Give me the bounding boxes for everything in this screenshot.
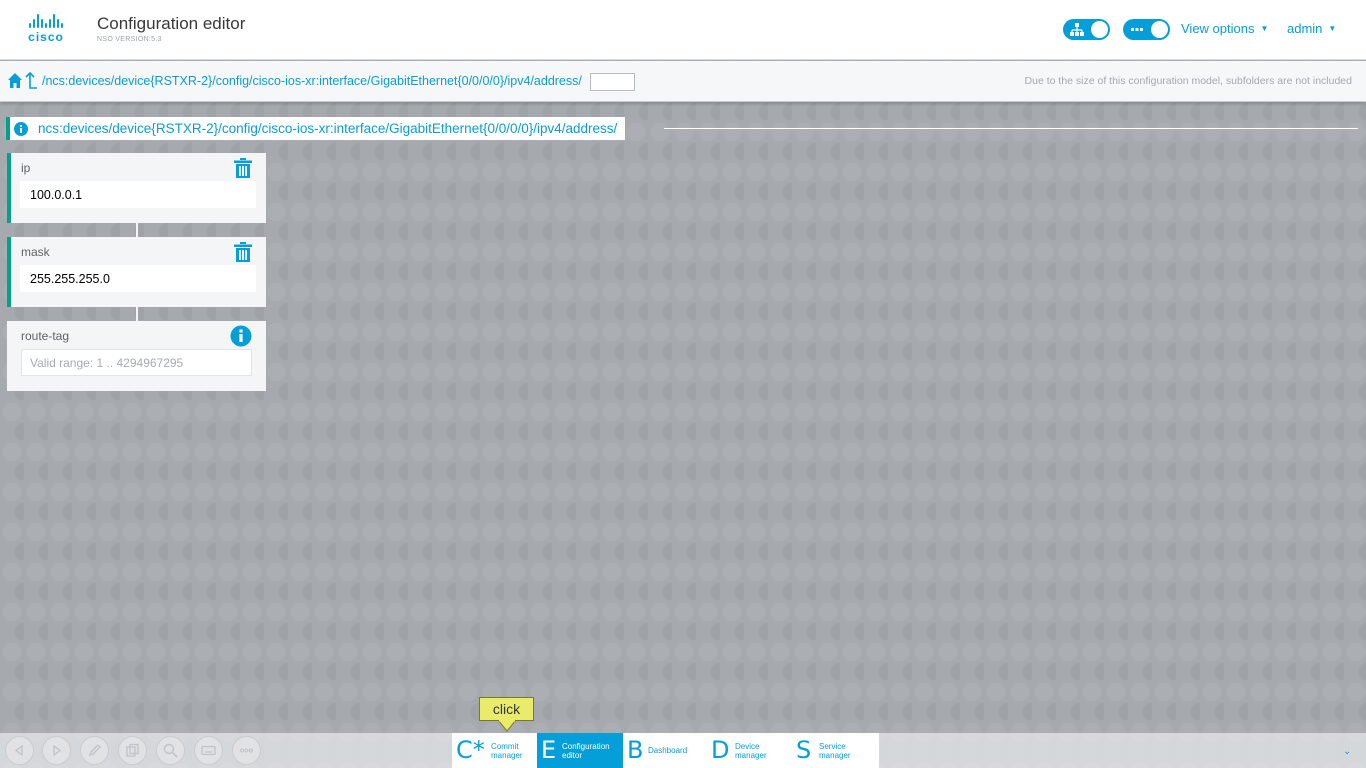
app-title: Configuration editor xyxy=(97,14,246,33)
tab-commit-manager[interactable]: C* Commit manager xyxy=(452,733,537,768)
path-link[interactable]: /ncs:devices/device{RSTXR-2}/config/cisc… xyxy=(42,74,582,88)
edit-button[interactable] xyxy=(80,736,109,765)
caret-down-icon: ▼ xyxy=(1260,24,1269,33)
user-label: admin xyxy=(1287,21,1323,36)
hierarchy-icon xyxy=(1070,23,1084,36)
ip-input[interactable] xyxy=(20,181,256,208)
forward-button[interactable] xyxy=(42,736,71,765)
back-icon xyxy=(14,744,23,757)
mask-input[interactable] xyxy=(20,265,256,292)
hierarchy-toggle[interactable] xyxy=(1063,19,1110,40)
click-callout: click xyxy=(479,697,534,721)
pencil-icon xyxy=(88,744,101,757)
cisco-logo-bars xyxy=(19,13,73,28)
tab-label: Configuration xyxy=(562,742,610,751)
toggle-knob xyxy=(1091,21,1108,38)
breadcrumb: ncs:devices/device{RSTXR-2}/config/cisco… xyxy=(6,117,626,140)
tab-label: Dashboard xyxy=(648,746,688,755)
user-menu[interactable]: admin ▼ xyxy=(1287,21,1336,36)
tab-label: Device xyxy=(735,742,760,751)
tab-label: Service xyxy=(819,742,846,751)
trash-icon[interactable] xyxy=(234,242,252,262)
more-button[interactable] xyxy=(232,736,261,765)
app-header: cisco Configuration editor NSO VERSION:5… xyxy=(0,0,1366,60)
view-options-menu[interactable]: View options ▼ xyxy=(1181,21,1268,36)
trash-icon[interactable] xyxy=(234,158,252,178)
tab-device-manager[interactable]: D Device manager xyxy=(707,733,792,768)
breadcrumb-divider xyxy=(664,128,1358,129)
tab-service-manager[interactable]: S Service manager xyxy=(792,733,879,768)
dots-icon xyxy=(1131,28,1143,31)
tab-label: Commit xyxy=(491,742,519,751)
tab-letter: D xyxy=(711,736,730,764)
tab-label: editor xyxy=(562,751,583,760)
path-note: Due to the size of this configuration mo… xyxy=(1024,75,1352,87)
up-arrow-icon[interactable] xyxy=(25,72,38,89)
cisco-logo[interactable]: cisco xyxy=(19,13,73,45)
caret-down-icon: ▼ xyxy=(1328,24,1337,33)
path-bar: /ncs:devices/device{RSTXR-2}/config/cisc… xyxy=(0,61,1366,102)
leaf-card-route-tag: route-tag xyxy=(7,321,266,391)
leaf-label: route-tag xyxy=(21,329,70,343)
tab-letter: E xyxy=(541,736,557,764)
zoom-icon xyxy=(163,743,178,758)
toggle-knob xyxy=(1151,21,1168,38)
back-button[interactable] xyxy=(5,736,34,765)
cisco-logo-word: cisco xyxy=(28,30,64,44)
tab-label: manager xyxy=(491,751,523,760)
leaf-card-ip: ip xyxy=(7,153,266,223)
tab-label: manager xyxy=(735,751,767,760)
tree-connector xyxy=(136,307,138,321)
tab-label: manager xyxy=(819,751,851,760)
search-button[interactable] xyxy=(156,736,185,765)
keyboard-button[interactable] xyxy=(194,736,223,765)
view-options-label: View options xyxy=(1181,21,1255,36)
tab-letter: B xyxy=(627,736,644,764)
leaf-label: ip xyxy=(21,161,31,175)
route-tag-input[interactable] xyxy=(21,349,252,376)
path-input[interactable] xyxy=(590,73,635,91)
forward-icon xyxy=(53,744,62,757)
bottom-bar: C* Commit manager E Configuration editor… xyxy=(0,733,1366,768)
app-version: NSO VERSION:5.3 xyxy=(97,36,162,43)
leaf-card-mask: mask xyxy=(7,237,266,307)
info-icon xyxy=(14,122,28,136)
tab-configuration-editor[interactable]: E Configuration editor xyxy=(537,733,623,768)
tab-letter: S xyxy=(796,736,812,764)
info-icon[interactable] xyxy=(230,325,252,347)
dots-toggle[interactable] xyxy=(1123,19,1170,40)
leaf-label: mask xyxy=(21,245,50,259)
more-icon xyxy=(240,748,253,753)
tab-letter: C* xyxy=(456,736,485,764)
tab-dashboard[interactable]: B Dashboard xyxy=(623,733,707,768)
copy-icon xyxy=(126,743,139,757)
chevron-down-icon[interactable]: ⌄ xyxy=(1343,746,1351,757)
callout-arrow-icon xyxy=(498,720,516,732)
copy-button[interactable] xyxy=(118,736,147,765)
tree-connector xyxy=(136,223,138,237)
home-icon[interactable] xyxy=(8,73,22,88)
breadcrumb-text: ncs:devices/device{RSTXR-2}/config/cisco… xyxy=(38,121,618,136)
keyboard-icon xyxy=(201,745,216,756)
